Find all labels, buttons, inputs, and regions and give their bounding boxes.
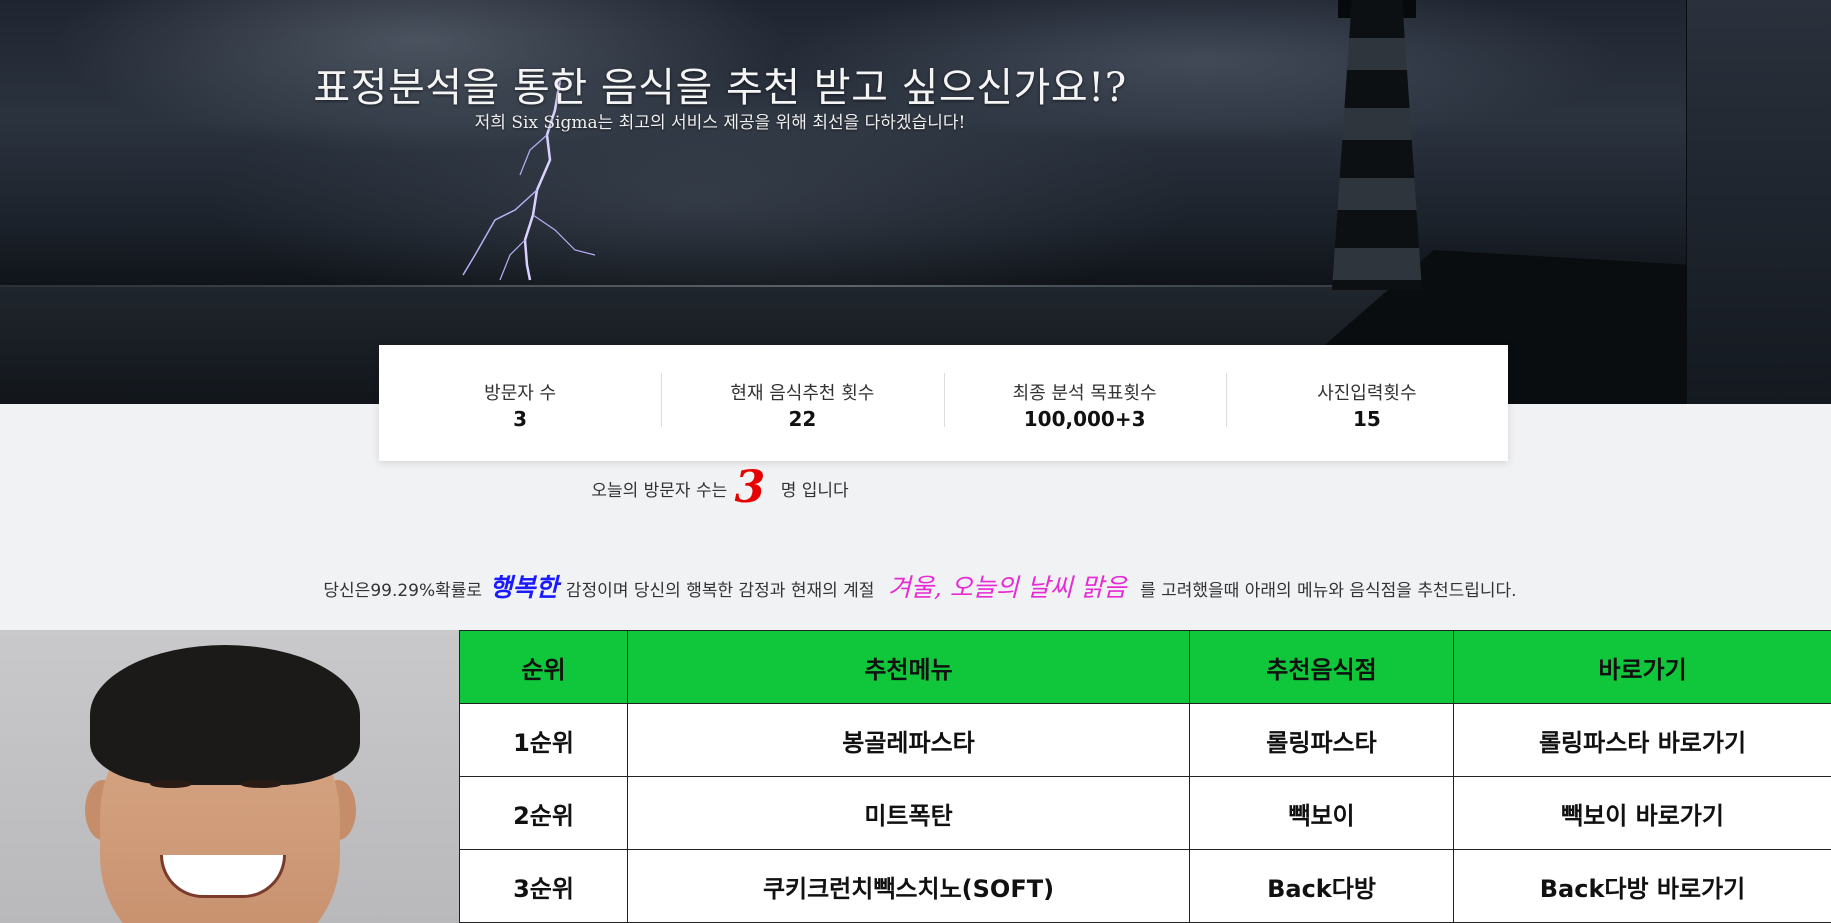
photo-eye <box>240 780 282 788</box>
menu-cell: 봉골레파스타 <box>627 703 1190 777</box>
stat-visitors: 방문자 수 3 <box>379 375 661 431</box>
analysis-suffix: 를 고려했을때 아래의 메뉴와 음식점을 추천드립니다. <box>1140 581 1517 601</box>
stat-value: 22 <box>788 407 817 431</box>
analysis-middle: 감정이며 당신의 행복한 감정과 현재의 계절 <box>565 581 875 601</box>
menu-cell: 미트폭탄 <box>627 776 1190 850</box>
today-visitors-line: 오늘의 방문자 수는 3 명 입니다 <box>0 462 1440 513</box>
photo-hair <box>90 645 360 785</box>
recommendation-table: 순위 추천메뉴 추천음식점 바로가기 1순위 봉골레파스타 롤링파스타 롤링파스… <box>459 630 1831 923</box>
stat-recommendations: 현재 음식추천 횟수 22 <box>661 373 943 431</box>
stat-label: 사진입력횟수 <box>1317 383 1417 404</box>
analysis-emotion: 행복한 <box>489 573 559 602</box>
restaurant-cell: Back다방 <box>1189 849 1454 923</box>
rank-cell: 3순위 <box>459 849 628 923</box>
header-rank: 순위 <box>459 630 628 704</box>
table-row: 2순위 미트폭탄 빽보이 빽보이 바로가기 <box>459 776 1831 850</box>
stat-label: 현재 음식추천 횟수 <box>730 383 875 404</box>
lighthouse-silhouette <box>1332 0 1422 290</box>
hero-banner: 표정분석을 통한 음식을 추천 받고 싶으신가요!? 저희 Six Sigma는… <box>0 0 1831 404</box>
shortcut-link[interactable]: 롤링파스타 바로가기 <box>1453 703 1831 777</box>
restaurant-cell: 빽보이 <box>1189 776 1454 850</box>
restaurant-cell: 롤링파스타 <box>1189 703 1454 777</box>
table-row: 1순위 봉골레파스타 롤링파스타 롤링파스타 바로가기 <box>459 703 1831 777</box>
rank-cell: 2순위 <box>459 776 628 850</box>
header-restaurant: 추천음식점 <box>1189 630 1454 704</box>
stats-card: 방문자 수 3 현재 음식추천 횟수 22 최종 분석 목표횟수 100,000… <box>379 345 1508 461</box>
analysis-prefix: 당신은99.29%확률로 <box>323 581 483 601</box>
stat-value: 3 <box>513 407 528 431</box>
analysis-result-line: 당신은99.29%확률로 행복한 감정이며 당신의 행복한 감정과 현재의 계절… <box>0 568 1831 604</box>
stat-label: 방문자 수 <box>484 383 557 404</box>
stat-photos: 사진입력횟수 15 <box>1225 373 1508 431</box>
uploaded-face-photo <box>0 630 459 923</box>
hero-side-panel <box>1686 0 1831 404</box>
today-suffix: 명 입니다 <box>780 481 849 501</box>
table-header-row: 순위 추천메뉴 추천음식점 바로가기 <box>459 630 1831 704</box>
today-prefix: 오늘의 방문자 수는 <box>591 481 728 501</box>
hero-subtitle: 저희 Six Sigma는 최고의 서비스 제공을 위해 최선을 다하겠습니다! <box>474 113 966 133</box>
stat-value: 15 <box>1352 407 1381 431</box>
rank-cell: 1순위 <box>459 703 628 777</box>
hero-title: 표정분석을 통한 음식을 추천 받고 싶으신가요!? <box>313 65 1127 111</box>
stat-target: 최종 분석 목표횟수 100,000+3 <box>943 373 1226 431</box>
stat-label: 최종 분석 목표횟수 <box>1012 383 1157 404</box>
analysis-season-weather: 겨울, 오늘의 날씨 맑음 <box>887 573 1127 602</box>
stat-value: 100,000+3 <box>1023 407 1146 431</box>
table-row: 3순위 쿠키크런치빽스치노(SOFT) Back다방 Back다방 바로가기 <box>459 849 1831 923</box>
photo-eye <box>150 780 192 788</box>
header-shortcut: 바로가기 <box>1453 630 1831 704</box>
header-menu: 추천메뉴 <box>627 630 1190 704</box>
shortcut-link[interactable]: 빽보이 바로가기 <box>1453 776 1831 850</box>
today-visitor-count: 3 <box>734 462 766 513</box>
shortcut-link[interactable]: Back다방 바로가기 <box>1453 849 1831 923</box>
menu-cell: 쿠키크런치빽스치노(SOFT) <box>627 849 1190 923</box>
